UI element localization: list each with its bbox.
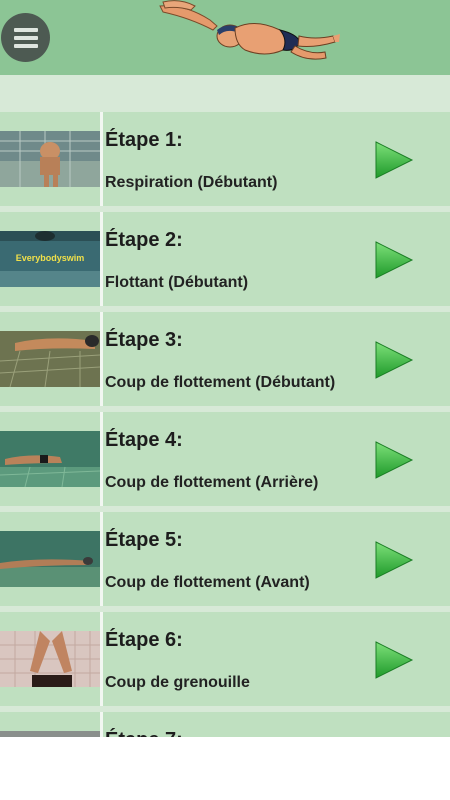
app-header (0, 0, 450, 75)
item-title: Étape 2: (105, 229, 183, 251)
item-divider (100, 412, 103, 506)
item-title: Étape 7: (105, 729, 183, 737)
item-divider (100, 612, 103, 706)
item-divider (100, 512, 103, 606)
item-subtitle: Respiration (Débutant) (105, 174, 278, 191)
item-divider (100, 712, 103, 737)
item-divider (100, 212, 103, 306)
item-title: Étape 5: (105, 529, 183, 551)
list-item[interactable]: Étape 5: Coup de flottement (Avant) (0, 512, 450, 606)
item-divider (100, 312, 103, 406)
item-subtitle: Coup de flottement (Arrière) (105, 474, 319, 491)
pool-frogkick-thumbnail (0, 631, 100, 687)
list-item[interactable]: Étape 4: Coup de flottement (Arrière) (0, 412, 450, 506)
list-item[interactable]: Étape 3: Coup de flottement (Débutant) (0, 312, 450, 406)
list-item[interactable]: Étape 1: Respiration (Débutant) (0, 112, 450, 206)
item-title: Étape 1: (105, 129, 183, 151)
item-subtitle: Flottant (Débutant) (105, 274, 249, 291)
list-item[interactable]: Everybodyswim Étape 2: Flottant (Débutan… (0, 212, 450, 306)
pool-floating-thumbnail: Everybodyswim (0, 231, 100, 287)
play-icon[interactable] (372, 540, 414, 580)
pool-kick-thumbnail (0, 331, 100, 387)
item-title: Étape 6: (105, 629, 183, 651)
play-icon[interactable] (372, 140, 414, 180)
item-subtitle: Coup de grenouille (105, 674, 250, 691)
item-title: Étape 4: (105, 429, 183, 451)
item-subtitle: Coup de flottement (Avant) (105, 574, 310, 591)
pool-frontkick-thumbnail (0, 531, 100, 587)
menu-button[interactable] (1, 13, 50, 62)
toolbar-spacer (0, 75, 450, 112)
hamburger-menu-icon (13, 27, 38, 48)
play-icon[interactable] (372, 440, 414, 480)
play-icon[interactable] (372, 240, 414, 280)
pool-backstroke-thumbnail (0, 431, 100, 487)
bottom-area (0, 737, 450, 800)
thumbnail-text: Everybodyswim (16, 253, 85, 263)
swimmer-illustration (159, 0, 340, 60)
item-divider (100, 112, 103, 206)
list-item[interactable]: Étape 7: (0, 712, 450, 737)
item-subtitle: Coup de flottement (Débutant) (105, 374, 336, 391)
list-item[interactable]: Étape 6: Coup de grenouille (0, 612, 450, 706)
play-icon[interactable] (372, 340, 414, 380)
play-icon[interactable] (372, 640, 414, 680)
pool-breathing-thumbnail (0, 131, 100, 187)
lesson-list[interactable]: Étape 1: Respiration (Débutant) Everybod… (0, 112, 450, 737)
item-title: Étape 3: (105, 329, 183, 351)
